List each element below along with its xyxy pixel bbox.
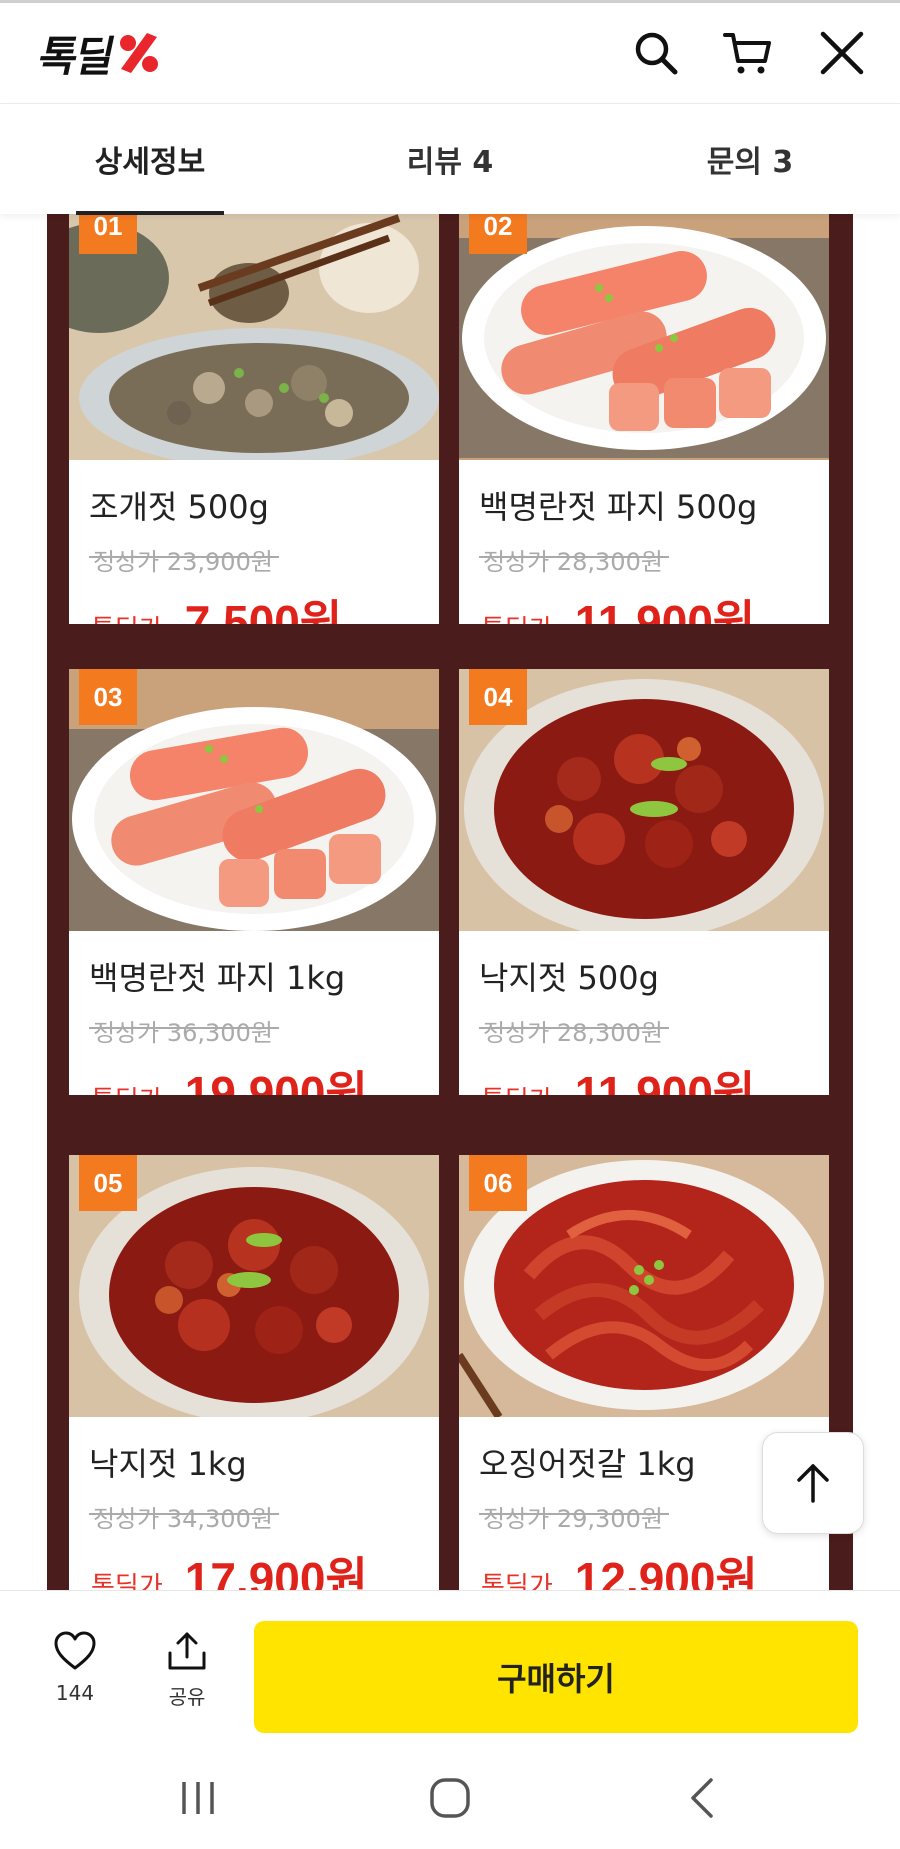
product-image: 03 [69, 669, 439, 931]
tab-details[interactable]: 상세정보 [60, 104, 240, 214]
product-number-badge: 02 [469, 214, 527, 254]
sale-price-row: 톡딜가 12,900원 [481, 1543, 758, 1590]
sale-label: 톡딜가 [481, 1080, 553, 1095]
regular-price: 정상가 34,300원 [89, 1499, 279, 1534]
product-image: 02 [459, 214, 829, 460]
product-card[interactable]: 03 백명란젓 파지 1kg 정상가 36,300원 톡딜가 19,900원 [69, 669, 439, 1095]
logo-wordmark: 톡딜 [34, 31, 118, 81]
product-name: 조개젓 500g [89, 488, 269, 526]
regular-price: 정상가 28,300원 [479, 542, 669, 577]
sale-price-row: 톡딜가 11,900원 [481, 1057, 755, 1095]
tab-reviews[interactable]: 리뷰 4 [360, 104, 540, 214]
like-button[interactable]: 144 [38, 1631, 112, 1705]
heart-icon [54, 1631, 96, 1670]
buy-button[interactable]: 구매하기 [254, 1621, 858, 1733]
product-detail-content[interactable]: 01 조개젓 500g 정상가 23,900원 톡딜가 7,500원 [0, 214, 900, 1590]
product-image: 04 [459, 669, 829, 931]
product-name: 오징어젓갈 1kg [479, 1445, 696, 1483]
tab-inquiries[interactable]: 문의 3 [660, 104, 840, 214]
active-tab-indicator [76, 211, 224, 215]
product-name: 낙지젓 1kg [89, 1445, 247, 1483]
sale-price: 7,500원 [184, 596, 343, 624]
recent-apps-icon[interactable] [168, 1768, 228, 1828]
sale-label: 톡딜가 [91, 1572, 163, 1590]
sale-price-row: 톡딜가 7,500원 [91, 586, 342, 624]
product-card[interactable]: 04 낙지젓 500g 정상가 28,300원 톡딜가 11,900원 [459, 669, 829, 1095]
regular-price: 정상가 23,900원 [89, 542, 279, 577]
product-grid-panel: 01 조개젓 500g 정상가 23,900원 톡딜가 7,500원 [47, 214, 853, 1590]
share-button[interactable]: 공유 [150, 1631, 224, 1710]
product-name: 낙지젓 500g [479, 959, 659, 997]
purchase-bar: 144 공유 구매하기 [0, 1590, 900, 1741]
product-image: 06 [459, 1155, 829, 1417]
back-icon[interactable] [672, 1768, 732, 1828]
arrow-up-icon [797, 1464, 829, 1503]
cart-icon[interactable] [720, 25, 776, 81]
product-image: 01 [69, 214, 439, 460]
sale-price: 19,900원 [184, 1067, 368, 1095]
share-label: 공유 [168, 1685, 206, 1709]
regular-price: 정상가 29,300원 [479, 1499, 669, 1534]
like-count: 144 [55, 1681, 95, 1705]
regular-price: 정상가 36,300원 [89, 1013, 279, 1048]
regular-price: 정상가 28,300원 [479, 1013, 669, 1048]
share-icon [168, 1632, 206, 1670]
sale-label: 톡딜가 [481, 1572, 553, 1590]
search-icon[interactable] [628, 25, 684, 81]
product-number-badge: 01 [79, 214, 137, 254]
sale-price-row: 톡딜가 19,900원 [91, 1057, 368, 1095]
close-icon[interactable] [814, 25, 870, 81]
sale-price: 11,900원 [574, 596, 756, 624]
product-card[interactable]: 01 조개젓 500g 정상가 23,900원 톡딜가 7,500원 [69, 214, 439, 624]
product-name: 백명란젓 파지 1kg [89, 959, 346, 997]
sale-label: 톡딜가 [91, 609, 163, 624]
product-number-badge: 04 [469, 669, 527, 725]
sale-label: 톡딜가 [481, 609, 553, 624]
product-number-badge: 03 [79, 669, 137, 725]
sale-price-row: 톡딜가 17,900원 [91, 1543, 368, 1590]
sale-price-row: 톡딜가 11,900원 [481, 586, 755, 624]
system-navigation-bar [0, 1740, 900, 1849]
detail-tabs: 상세정보 리뷰 4 문의 3 [0, 104, 900, 214]
talkdeal-logo[interactable]: 톡딜 [34, 27, 161, 81]
product-number-badge: 05 [79, 1155, 137, 1211]
home-icon[interactable] [420, 1768, 480, 1828]
product-image: 05 [69, 1155, 439, 1417]
sale-price: 11,900원 [574, 1067, 756, 1095]
percent-logo-icon [120, 33, 159, 73]
app-header: 톡딜 [0, 3, 900, 104]
product-number-badge: 06 [469, 1155, 527, 1211]
product-card[interactable]: 02 백명란젓 파지 500g 정상가 28,300원 톡딜가 11,900원 [459, 214, 829, 624]
product-name: 백명란젓 파지 500g [479, 488, 758, 526]
sale-price: 12,900원 [574, 1553, 758, 1590]
product-card[interactable]: 05 낙지젓 1kg 정상가 34,300원 톡딜가 17,900원 [69, 1155, 439, 1590]
sale-label: 톡딜가 [91, 1080, 163, 1095]
scroll-to-top-button[interactable] [762, 1432, 864, 1534]
sale-price: 17,900원 [184, 1553, 368, 1590]
